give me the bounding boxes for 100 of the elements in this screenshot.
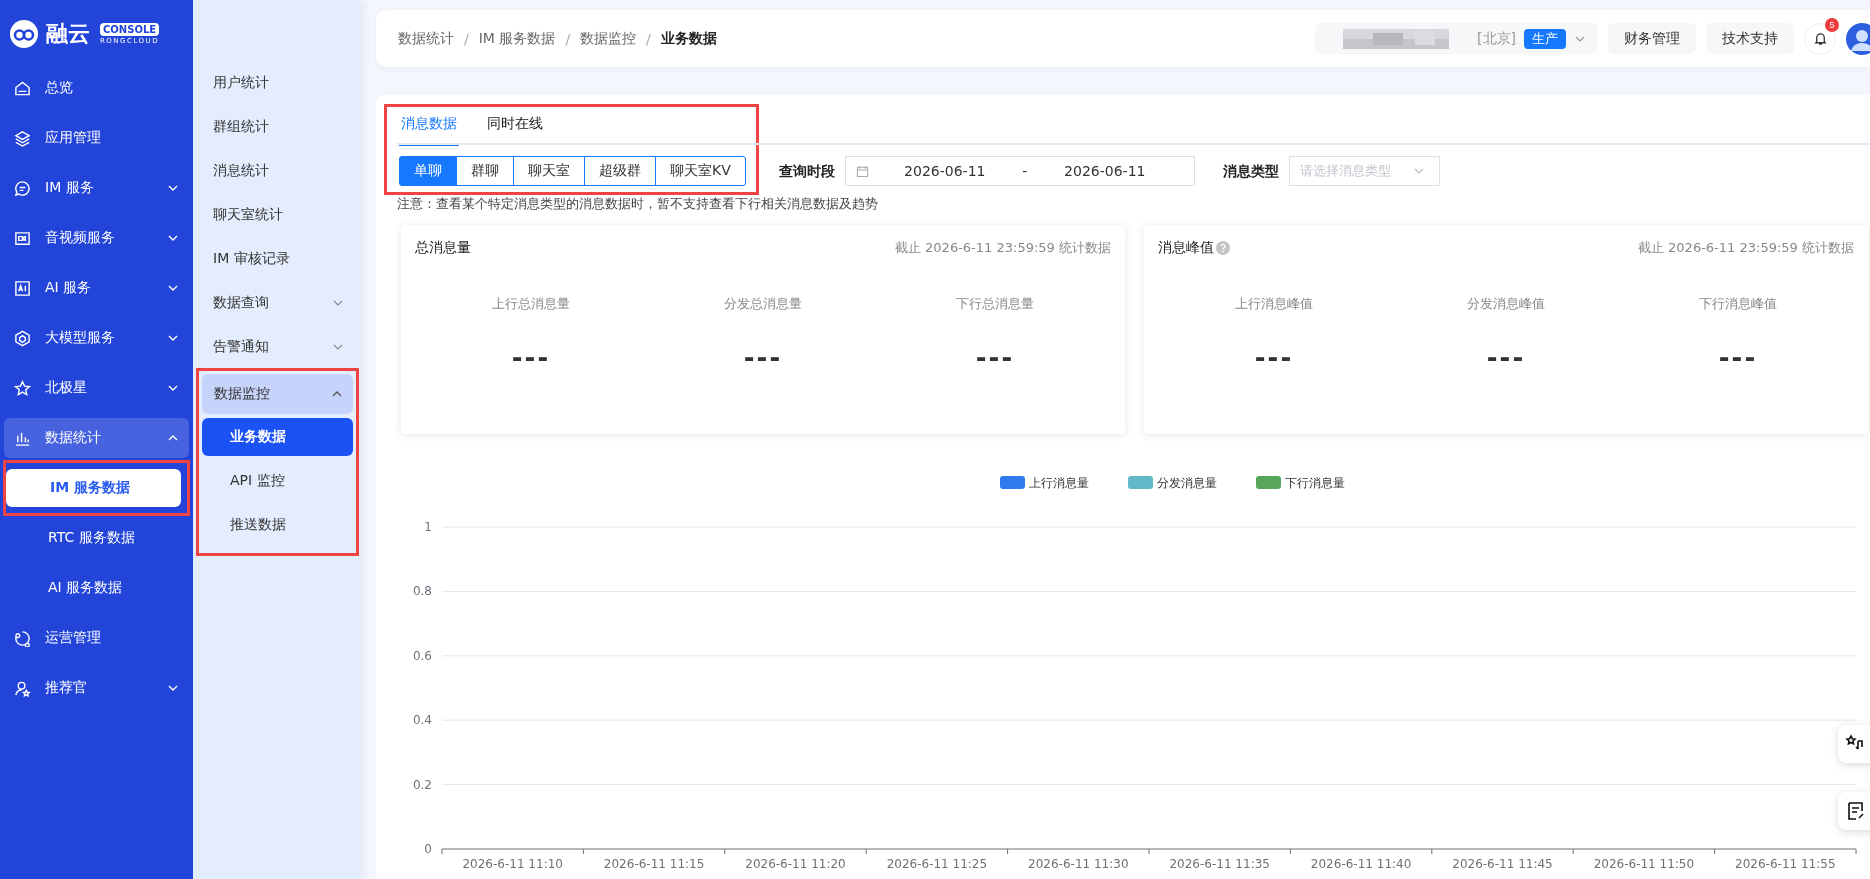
sidebar-subitem[interactable]: AI 服务数据 <box>4 569 189 607</box>
segment-button[interactable]: 群聊 <box>456 156 514 186</box>
sidebar-item[interactable]: 应用管理 <box>4 118 189 158</box>
segment-button[interactable]: 聊天室KV <box>655 156 746 186</box>
axis-label: 2026-6-11 11:15 <box>603 857 705 871</box>
sidebar-item[interactable]: 音视频服务 <box>4 218 189 258</box>
breadcrumb-item[interactable]: 数据统计 <box>398 29 454 48</box>
field-label: 消息类型 <box>1222 163 1279 181</box>
metric-value: --- <box>975 343 1015 373</box>
subnav-item[interactable]: 消息统计 <box>193 151 360 191</box>
environment-badge: 生产 <box>1524 28 1566 49</box>
axis-label: 2026-6-11 11:45 <box>1452 857 1553 871</box>
axis-label: 0.6 <box>412 648 432 663</box>
axis-label: 2026-6-11 11:20 <box>745 857 846 871</box>
tab[interactable]: 消息数据 <box>399 115 459 146</box>
home-icon <box>14 79 31 97</box>
sidebar-subitem[interactable]: RTC 服务数据 <box>4 519 189 557</box>
header-button[interactable]: 财务管理 <box>1608 23 1696 54</box>
axis-label: 0.2 <box>412 777 432 792</box>
axis-label: 2026-6-11 11:10 <box>462 857 563 871</box>
notification-count: 5 <box>1825 17 1839 32</box>
subnav-group[interactable]: 数据监控 <box>202 374 353 414</box>
header-button[interactable]: 技术支持 <box>1706 23 1794 54</box>
avatar-icon[interactable] <box>1846 22 1870 55</box>
floating-tool-button[interactable] <box>1838 725 1870 763</box>
tab[interactable]: 同时在线 <box>485 115 545 146</box>
subnav-item[interactable]: 群组统计 <box>193 107 360 147</box>
logo-icon <box>8 18 40 50</box>
subnav-item[interactable]: 聊天室统计 <box>193 195 360 235</box>
metric-label: 分发总消息量 <box>724 295 802 313</box>
card-meta: 截止 2026-6-11 23:59:59 统计数据 <box>894 239 1111 257</box>
subnav-item[interactable]: 用户统计 <box>193 63 360 103</box>
breadcrumb-separator: / <box>464 30 469 47</box>
bell-icon <box>1812 31 1828 46</box>
date-range-field[interactable]: 2026-06-11 - 2026-06-11 <box>844 156 1195 186</box>
metric-label: 下行总消息量 <box>956 295 1034 313</box>
subnav-item[interactable]: 业务数据 <box>202 418 353 456</box>
chat-icon <box>14 179 31 197</box>
legend-label: 下行消息量 <box>1285 476 1345 490</box>
axis-label: 2026-6-11 11:50 <box>1593 857 1695 871</box>
card-title: 总消息量 <box>415 239 471 257</box>
metric-label: 下行消息峰值 <box>1699 295 1777 313</box>
ai-icon <box>14 279 31 297</box>
card-meta: 截止 2026-6-11 23:59:59 统计数据 <box>1637 239 1854 257</box>
breadcrumb-item: 业务数据 <box>660 29 717 48</box>
note-text: 注意：查看某个特定消息类型的消息数据时，暂不支持查看下行相关消息数据及趋势 <box>397 195 879 213</box>
calendar-icon <box>855 164 869 178</box>
axis-label: 1 <box>424 520 432 534</box>
legend-item[interactable]: 上行消息量 <box>1000 476 1089 490</box>
floating-tool-button[interactable] <box>1838 792 1870 830</box>
metric-value: --- <box>1254 343 1294 373</box>
sidebar-item[interactable]: 推荐官 <box>4 668 189 708</box>
sidebar-item[interactable]: 大模型服务 <box>4 318 189 358</box>
note-icon <box>1846 801 1866 821</box>
segment-button[interactable]: 聊天室 <box>513 156 585 186</box>
sidebar-item[interactable]: IM 服务 <box>4 168 189 208</box>
video-icon <box>14 229 31 247</box>
segment-button[interactable]: 超级群 <box>584 156 656 186</box>
legend-item[interactable]: 下行消息量 <box>1256 476 1345 490</box>
axis-label: 2026-6-11 11:30 <box>1028 857 1129 871</box>
sidebar-item[interactable]: 总览 <box>4 68 189 108</box>
metric-label: 上行消息峰值 <box>1235 295 1313 313</box>
metric-value: --- <box>511 343 551 373</box>
sidebar-item[interactable]: 北极星 <box>4 368 189 408</box>
legend-label: 分发消息量 <box>1157 476 1217 490</box>
subnav-item[interactable]: IM 审核记录 <box>193 239 360 279</box>
sidebar-item[interactable]: 数据统计 <box>4 418 189 458</box>
sidebar-subitem[interactable]: IM 服务数据 <box>6 469 181 507</box>
axis-label: 2026-6-11 11:55 <box>1735 857 1836 871</box>
sidebar-item[interactable]: 运营管理 <box>4 618 189 658</box>
sidebar-item[interactable]: AI 服务 <box>4 268 189 308</box>
field-label: 查询时段 <box>778 163 835 181</box>
app-selector[interactable]: [北京] 生产 <box>1315 23 1598 54</box>
metric-value: --- <box>743 343 783 373</box>
card-title: 消息峰值 <box>1158 239 1214 257</box>
legend-label: 上行消息量 <box>1029 476 1089 490</box>
subnav-item[interactable]: 告警通知 <box>193 327 360 367</box>
subnav-item[interactable]: 数据查询 <box>193 283 360 323</box>
metric-label: 上行总消息量 <box>492 295 570 313</box>
segment-button[interactable]: 单聊 <box>399 156 457 186</box>
axis-label: 0.8 <box>412 584 432 599</box>
breadcrumb-item[interactable]: IM 服务数据 <box>478 29 556 48</box>
axis-label: 2026-6-11 11:35 <box>1169 857 1270 871</box>
star-icon <box>14 379 31 397</box>
logo-text: 融云 <box>46 20 90 48</box>
breadcrumb-separator: / <box>565 30 571 47</box>
axis-label: 0.4 <box>412 713 432 728</box>
axis-label: 2026-6-11 11:25 <box>886 857 988 871</box>
axis-label: 0 <box>424 842 432 856</box>
subnav-item[interactable]: API 监控 <box>202 462 353 500</box>
layers-icon <box>14 129 31 147</box>
metric-label: 分发消息峰值 <box>1467 295 1545 313</box>
metric-value: --- <box>1718 343 1758 373</box>
breadcrumb-item[interactable]: 数据监控 <box>580 29 637 48</box>
subnav-item[interactable]: 推送数据 <box>202 506 353 544</box>
metric-value: --- <box>1486 343 1526 373</box>
legend-item[interactable]: 分发消息量 <box>1128 476 1217 490</box>
axis-label: 2026-6-11 11:40 <box>1310 857 1412 871</box>
console-badge: CONSOLE <box>100 23 160 36</box>
person-icon <box>14 679 31 697</box>
